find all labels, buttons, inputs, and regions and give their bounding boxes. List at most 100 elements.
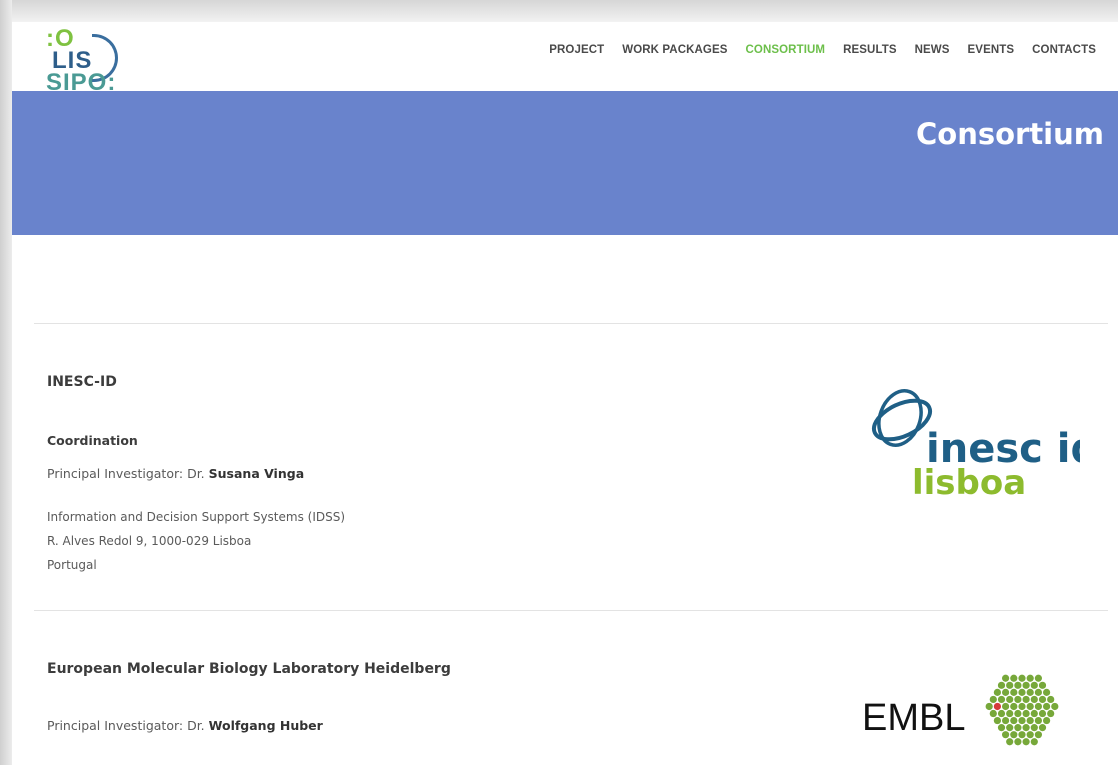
embl-dot	[1010, 716, 1018, 725]
embl-dot	[997, 709, 1006, 718]
embl-dot	[1010, 674, 1018, 682]
address-line: Information and Decision Support Systems…	[47, 510, 346, 524]
partner-address: Information and Decision Support Systems…	[47, 505, 345, 577]
pi-name: Wolfgang Huber	[208, 718, 323, 733]
embl-dot	[1038, 695, 1047, 704]
embl-dot	[1034, 731, 1042, 739]
embl-dot	[1014, 709, 1022, 718]
embl-dot	[1026, 702, 1034, 711]
embl-dot	[1026, 674, 1034, 682]
partner-role: Coordination	[47, 433, 138, 448]
embl-dot	[1034, 716, 1042, 725]
embl-dot	[993, 702, 1001, 711]
embl-dot	[1030, 681, 1038, 689]
embl-dot	[997, 724, 1006, 732]
embl-dot	[1034, 688, 1042, 696]
embl-dot	[1022, 681, 1030, 689]
embl-dot	[993, 688, 1001, 696]
embl-dot	[1018, 716, 1026, 725]
embl-dot	[1022, 709, 1030, 718]
embl-dot	[1038, 681, 1047, 689]
embl-dot	[1014, 738, 1022, 746]
embl-dot	[1026, 688, 1034, 696]
nav-item-work-packages[interactable]: WORK PACKAGES	[622, 44, 727, 56]
embl-dot	[1030, 695, 1038, 704]
nav-item-results[interactable]: RESULTS	[843, 44, 897, 56]
embl-dot	[1006, 695, 1014, 704]
embl-dot	[1006, 681, 1014, 689]
embl-dot	[1026, 731, 1034, 739]
pi-name: Susana Vinga	[208, 466, 305, 481]
partner-inesc-id: INESC-ID Coordination Principal Investig…	[47, 374, 345, 577]
embl-dot	[997, 695, 1006, 704]
partner-embl: European Molecular Biology Laboratory He…	[47, 661, 451, 733]
embl-dot	[1002, 702, 1010, 711]
page-hero-banner: Consortium	[12, 91, 1118, 235]
embl-dot	[1026, 716, 1034, 725]
embl-dot	[993, 716, 1001, 725]
principal-investigator: Principal Investigator: Dr. Susana Vinga	[47, 466, 305, 481]
embl-dot	[1043, 688, 1051, 696]
embl-dot	[1014, 724, 1022, 732]
embl-dot	[1002, 731, 1010, 739]
nav-item-project[interactable]: PROJECT	[549, 44, 604, 56]
embl-dot	[1022, 738, 1030, 746]
embl-dot	[1043, 702, 1051, 711]
embl-dot	[1014, 695, 1022, 704]
embl-dot	[997, 681, 1006, 689]
embl-dot	[989, 709, 997, 718]
page-title: Consortium	[915, 117, 1104, 151]
embl-dot	[1018, 674, 1026, 682]
inesc-id-logo[interactable]: inesc id lisboa	[864, 386, 1099, 503]
embl-dot	[1018, 731, 1026, 739]
embl-dot	[989, 695, 997, 704]
embl-dot	[1002, 674, 1010, 682]
nav-item-contacts[interactable]: CONTACTS	[1032, 44, 1096, 56]
nav-item-consortium[interactable]: CONSORTIUM	[746, 44, 826, 56]
embl-dot	[1006, 709, 1014, 718]
embl-dot	[1038, 709, 1047, 718]
window-frame-left	[0, 0, 12, 765]
embl-dot	[1018, 702, 1026, 711]
main-nav: PROJECT WORK PACKAGES CONSORTIUM RESULTS…	[549, 44, 1096, 56]
embl-dot	[1014, 681, 1022, 689]
nav-item-events[interactable]: EVENTS	[968, 44, 1015, 56]
embl-word: EMBL	[862, 697, 965, 739]
inesc-swirl-icon: inesc id lisboa	[871, 389, 1099, 503]
embl-dot	[1034, 702, 1042, 711]
embl-dot	[1051, 702, 1059, 711]
embl-dot	[1047, 709, 1055, 718]
embl-dot	[985, 702, 993, 711]
lisboa-word: lisboa	[912, 463, 1026, 498]
embl-dot	[1038, 724, 1047, 732]
embl-dot	[1010, 688, 1018, 696]
embl-dot	[1002, 688, 1010, 696]
partner-name: European Molecular Biology Laboratory He…	[47, 661, 451, 677]
embl-dot	[1034, 674, 1042, 682]
embl-logo[interactable]: EMBL	[860, 662, 1090, 762]
address-line: Portugal	[47, 558, 97, 572]
embl-dot	[1047, 695, 1055, 704]
embl-dot	[1022, 695, 1030, 704]
embl-dots-icon: EMBL	[862, 674, 1059, 746]
web-page: :O LIS SIPO: PROJECT WORK PACKAGES CONSO…	[12, 22, 1118, 765]
embl-dot	[1010, 731, 1018, 739]
embl-dot	[1010, 702, 1018, 711]
address-line: R. Alves Redol 9, 1000-029 Lisboa	[47, 534, 252, 548]
embl-dot	[1030, 738, 1038, 746]
partner-name: INESC-ID	[47, 374, 117, 390]
embl-dot	[1022, 724, 1030, 732]
embl-dot	[1030, 724, 1038, 732]
section-divider	[34, 610, 1108, 611]
embl-dot	[1043, 716, 1051, 725]
section-divider	[34, 323, 1108, 324]
principal-investigator: Principal Investigator: Dr. Wolfgang Hub…	[47, 718, 323, 733]
embl-dot	[1006, 738, 1014, 746]
embl-dot	[1002, 716, 1010, 725]
window-frame-top	[0, 0, 1118, 22]
embl-dot	[1018, 688, 1026, 696]
embl-dot	[1006, 724, 1014, 732]
nav-item-news[interactable]: NEWS	[915, 44, 950, 56]
site-header: :O LIS SIPO: PROJECT WORK PACKAGES CONSO…	[12, 22, 1118, 95]
embl-dot	[1030, 709, 1038, 718]
